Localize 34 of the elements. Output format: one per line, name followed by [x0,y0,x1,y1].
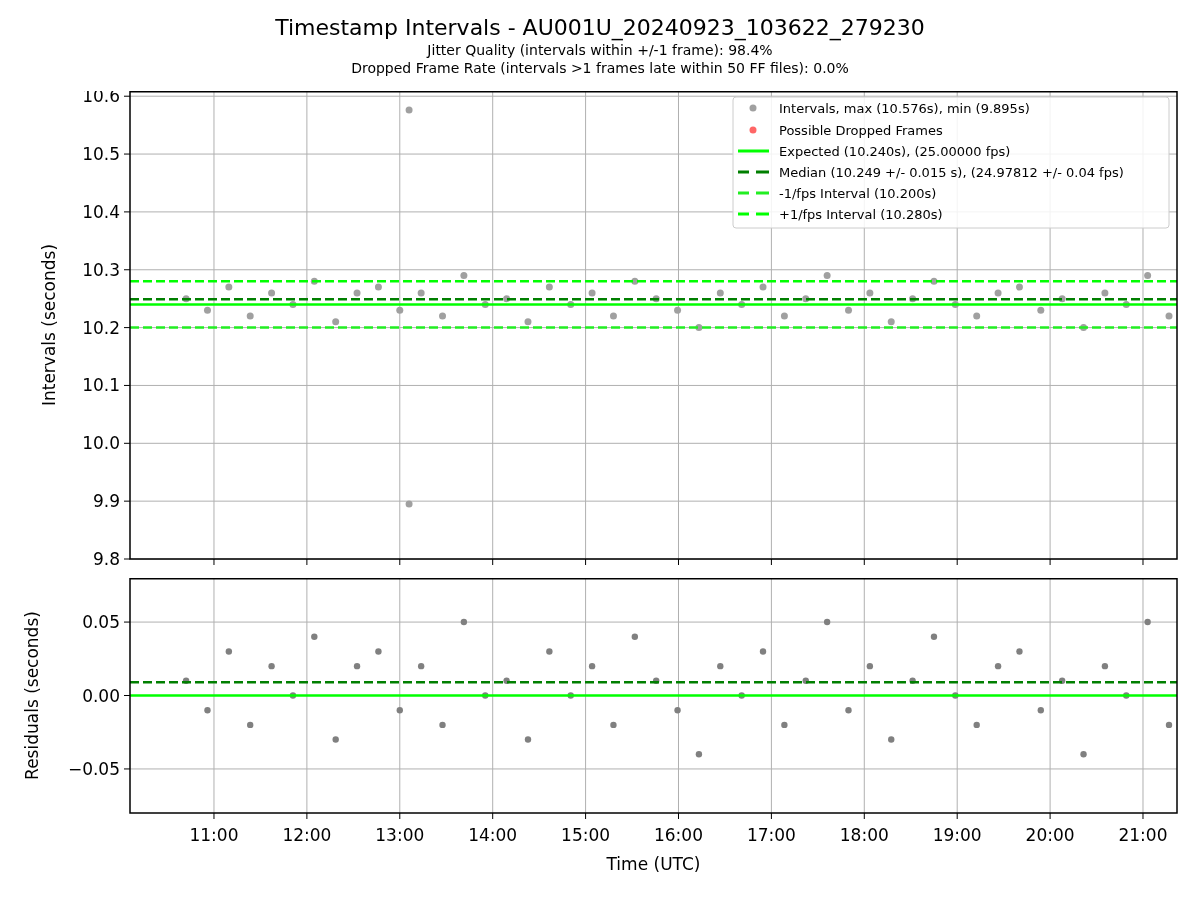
axis-tick-label: 21:00 [1118,825,1168,845]
axis-title: Intervals (seconds) [39,243,59,407]
axis-tick-label: 0.05 [82,612,120,633]
legend-label: Median (10.249 +/- 0.015 s), (24.97812 +/- 0.04 fps) [779,165,1124,180]
axis-tick-label: 0.00 [82,685,120,706]
axis-tick-label: 10.3 [82,259,120,280]
axis-tick-label: 9.9 [92,491,120,512]
chart-title: Timestamp Intervals - AU001U_20240923_103622_279230 [275,15,925,41]
legend-label: Possible Dropped Frames [779,123,943,138]
axis-tick-label: 15:00 [561,825,611,845]
axis-tick-label: 10.5 [82,144,120,165]
axis-title: Time (UTC) [606,854,701,874]
axis-tick-label: 17:00 [746,825,796,845]
axis-tick-label: 14:00 [468,825,518,845]
axis-tick-label: 11:00 [189,825,239,845]
axis-tick-label: 18:00 [839,825,889,845]
axis-tick-label: 20:00 [1025,825,1075,845]
axis-tick-label: 9.8 [92,549,120,569]
axis-tick-label: 13:00 [375,825,425,845]
axis-tick-label: 10.4 [82,201,120,222]
axis-tick-label: 19:00 [932,825,982,845]
legend-label: +1/fps Interval (10.280s) [779,207,943,222]
axis-tick-label: 16:00 [654,825,703,845]
axis-title: Residuals (seconds) [22,611,42,780]
axis-tick-label: 10.2 [82,317,120,338]
axis-tick-label: 12:00 [282,825,332,845]
axis-tick-label: 10.0 [82,433,120,454]
chart-subtitle: Dropped Frame Rate (intervals >1 frames late within 50 FF files): 0.0% [351,59,849,77]
axis-tick-label: −0.05 [67,758,120,779]
legend-label: -1/fps Interval (10.200s) [779,186,937,201]
chart-subtitle: Jitter Quality (intervals within +/-1 frame): 98.4% [427,41,773,59]
legend-label: Intervals, max (10.576s), min (9.895s) [779,101,1030,116]
legend-label: Expected (10.240s), (25.00000 fps) [779,144,1011,159]
axis-tick-label: 10.1 [82,375,120,396]
